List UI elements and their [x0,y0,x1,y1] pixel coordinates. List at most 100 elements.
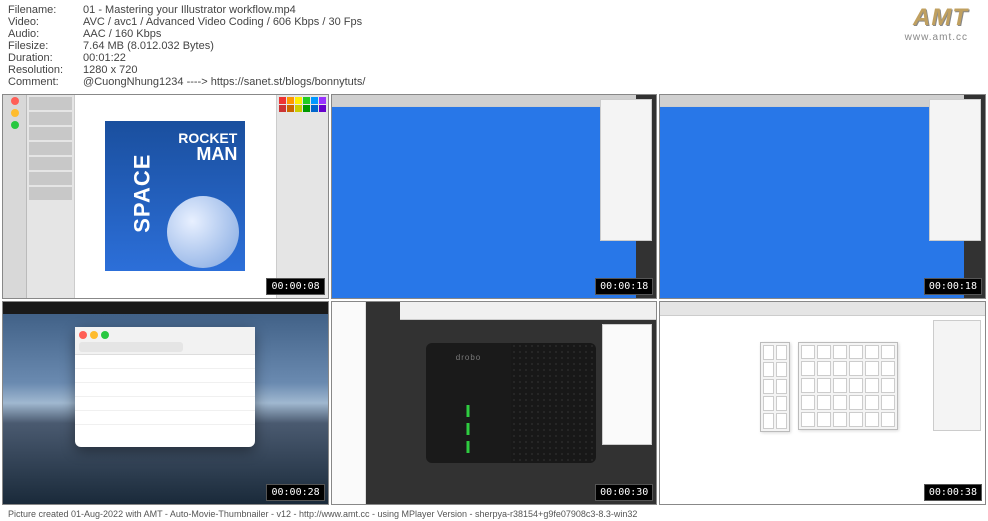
window-header [75,327,255,355]
metadata-table: Filename:01 - Mastering your Illustrator… [8,4,365,88]
tool-icon [881,361,895,376]
canvas: drobo [366,302,657,505]
led-indicators [467,405,470,453]
duration-value: 00:01:22 [83,52,365,64]
swatch-icon [303,105,310,112]
tool-icon [849,361,863,376]
led-icon [467,441,470,453]
tool-icon [833,345,847,360]
tool-icon [817,412,831,427]
tool-icon [776,379,787,394]
tool-icon [763,396,774,411]
layers-panel [27,95,75,298]
comment-label: Comment: [8,76,83,88]
right-panel [933,320,981,431]
tool-icon [849,395,863,410]
thumbnail-4: 00:00:28 [2,301,329,506]
tool-icon [881,378,895,393]
layer-item [29,127,72,140]
thumbnail-1: ROCKETMAN SPACE 00:00:08 [2,94,329,299]
drobo-device: drobo [426,343,596,463]
menubar [3,302,328,314]
tool-icon [833,412,847,427]
filename-label: Filename: [8,4,83,16]
swatch-icon [287,105,294,112]
video-label: Video: [8,16,83,28]
thumbnail-5: drobo 00:00:30 [331,301,658,506]
swatch-icon [295,105,302,112]
audio-value: AAC / 160 Kbps [83,28,365,40]
tool-icon [817,378,831,393]
comment-value: @CuongNhung1234 ----> https://sanet.st/b… [83,76,365,88]
tool-icon [865,345,879,360]
list-item [75,383,255,397]
minimize-icon [90,331,98,339]
timestamp-badge: 00:00:28 [266,484,324,501]
poster-side-text: SPACE [130,154,156,233]
filesize-label: Filesize: [8,40,83,52]
tool-icon [833,395,847,410]
footer-credits: Picture created 01-Aug-2022 with AMT - A… [0,507,988,521]
list-item [75,369,255,383]
tool-icon [817,361,831,376]
tool-icon [763,362,774,377]
tool-icon [801,361,815,376]
search-input [79,342,182,352]
video-value: AVC / avc1 / Advanced Video Coding / 606… [83,16,365,28]
tool-icon [881,395,895,410]
tool-icon [763,345,774,360]
swatch-icon [303,97,310,104]
tools-grid-panel [798,342,898,430]
tool-icon [865,378,879,393]
tool-icon [817,345,831,360]
tool-icon [801,345,815,360]
titlebar [660,302,985,316]
drobo-front: drobo [426,343,511,463]
right-panel [602,324,652,446]
info-header: Filename:01 - Mastering your Illustrator… [0,0,988,92]
tool-icon [865,412,879,427]
tool-icon [776,345,787,360]
swatch-icon [279,97,286,104]
filename-value: 01 - Mastering your Illustrator workflow… [83,4,365,16]
tool-icon [801,395,815,410]
thumbnail-2: 00:00:18 [331,94,658,299]
thumbnail-6: 00:00:38 [659,301,986,506]
swatch-icon [311,97,318,104]
artboard: ROCKETMAN SPACE [75,95,276,298]
resolution-value: 1280 x 720 [83,64,365,76]
maximize-icon [101,331,109,339]
finder-window [75,327,255,447]
logo-url: www.amt.cc [905,32,968,43]
swatch-icon [295,97,302,104]
duration-label: Duration: [8,52,83,64]
layer-item [29,157,72,170]
timestamp-badge: 00:00:18 [595,278,653,295]
tool-icon [776,413,787,428]
tool-icon [849,378,863,393]
layer-item [29,97,72,110]
swatch-icon [279,105,286,112]
minimize-icon [11,109,19,117]
layer-item [29,172,72,185]
timestamp-badge: 00:00:18 [924,278,982,295]
layer-item [29,142,72,155]
tool-icon [865,361,879,376]
thumbnail-3: 00:00:18 [659,94,986,299]
traffic-lights [79,331,251,339]
right-panel [929,99,981,241]
led-icon [467,405,470,417]
swatch-icon [319,105,326,112]
tool-icon [881,345,895,360]
tool-icon [763,379,774,394]
tool-icon [849,412,863,427]
tool-icon [817,395,831,410]
right-panel [600,99,652,241]
tool-icon [763,413,774,428]
logo-text: AMT [905,4,968,32]
timestamp-badge: 00:00:30 [595,484,653,501]
led-icon [467,423,470,435]
poster-artwork: ROCKETMAN SPACE [105,121,245,271]
thumbnail-grid: ROCKETMAN SPACE 00:00:08 [0,92,988,507]
resolution-label: Resolution: [8,64,83,76]
